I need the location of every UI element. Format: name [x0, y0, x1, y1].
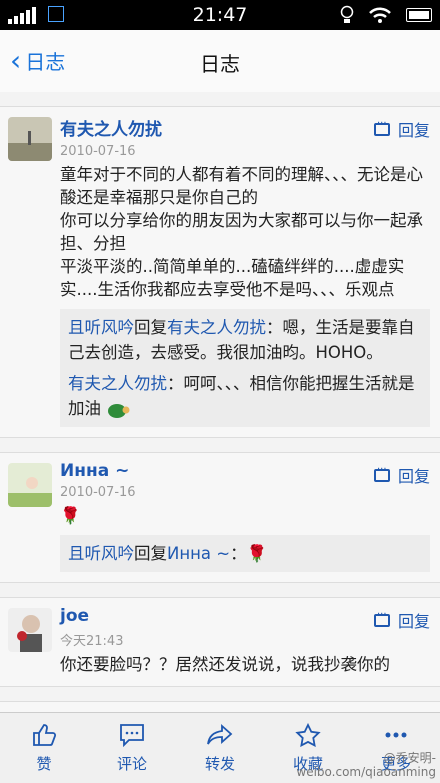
more-dots-icon [385, 732, 407, 738]
forward-button[interactable]: 转发 [176, 713, 264, 783]
forward-arrow-icon [207, 723, 233, 745]
comment-text: 你还要脸吗？？居然还发说说，说我抄袭你的 [60, 655, 390, 674]
status-bar: 21:47 [0, 0, 440, 30]
reply-thread: 且听风吟回复有夫之人勿扰：嗯，生活是要靠自己去创造，去感受。我很加油昀。HOHO… [60, 309, 430, 427]
reply-author[interactable]: 且听风吟 [68, 544, 134, 563]
wifi-icon [369, 7, 391, 23]
reply-target[interactable]: 有夫之人勿扰 [167, 318, 266, 337]
comment-date: 2010-07-16 [60, 144, 136, 159]
avatar[interactable] [8, 463, 52, 507]
comment-item: joe [0, 702, 440, 712]
comment-icon [373, 609, 390, 627]
reply-button[interactable]: 回复 [373, 117, 430, 141]
reply-entry: 有夫之人勿扰：呵呵、、、相信你能把握生活就是 加油 [68, 374, 415, 418]
comment-bubble-icon [120, 724, 144, 747]
bottom-toolbar: 赞 评论 转发 收藏 更多 @乔安明- weibo.com/qiaoanming [0, 712, 440, 783]
reply-author[interactable]: 有夫之人勿扰 [68, 374, 167, 393]
comment-date: 2010-07-16 [60, 485, 136, 500]
like-button[interactable]: 赞 [0, 713, 88, 783]
comment-icon [373, 464, 390, 482]
reply-entry: 且听风吟回复有夫之人勿扰：嗯，生活是要靠自己去创造，去感受。我很加油昀。HOHO… [68, 318, 415, 362]
comment-item: joe 回复 今天21:43 你还要脸吗？？居然还发说说，说我抄袭你的 [0, 598, 440, 687]
avatar[interactable] [8, 608, 52, 652]
comment-text: 🌹 [60, 506, 81, 525]
comment-list[interactable]: 有夫之人勿扰 回复 2010-07-16 童年对于不同的人都有着不同的理解、、、… [0, 92, 440, 712]
reply-button[interactable]: 回复 [373, 608, 430, 632]
lightbulb-icon [340, 5, 354, 23]
turtle-emoji-icon [108, 403, 130, 418]
comment-icon [373, 118, 390, 136]
reply-entry: 且听风吟回复Инна ~：🌹 [68, 544, 268, 563]
comment-item: Инна ~ 回复 2010-07-16 🌹 且听风吟回复Инна ~：🌹 [0, 453, 440, 583]
avatar[interactable] [8, 117, 52, 161]
thumbs-up-icon [33, 724, 57, 746]
comment-item: 有夫之人勿扰 回复 2010-07-16 童年对于不同的人都有着不同的理解、、、… [0, 107, 440, 438]
reply-thread: 且听风吟回复Инна ~：🌹 [60, 535, 430, 572]
reply-button[interactable]: 回复 [373, 463, 430, 487]
page-title: 日志 [200, 52, 240, 76]
comment-text: 童年对于不同的人都有着不同的理解、、、无论是心酸还是幸福那只是你自己的 你可以分… [60, 165, 423, 299]
navigation-bar: ‹ 日志 日志 [0, 30, 440, 93]
battery-icon [406, 8, 432, 22]
star-icon [295, 723, 321, 747]
comment-date: 今天21:43 [60, 634, 124, 649]
reply-author[interactable]: 且听风吟 [68, 318, 134, 337]
reply-target[interactable]: Инна ~ [167, 544, 230, 563]
watermark: @乔安明- weibo.com/qiaoanming [296, 751, 436, 779]
comment-button[interactable]: 评论 [88, 713, 176, 783]
